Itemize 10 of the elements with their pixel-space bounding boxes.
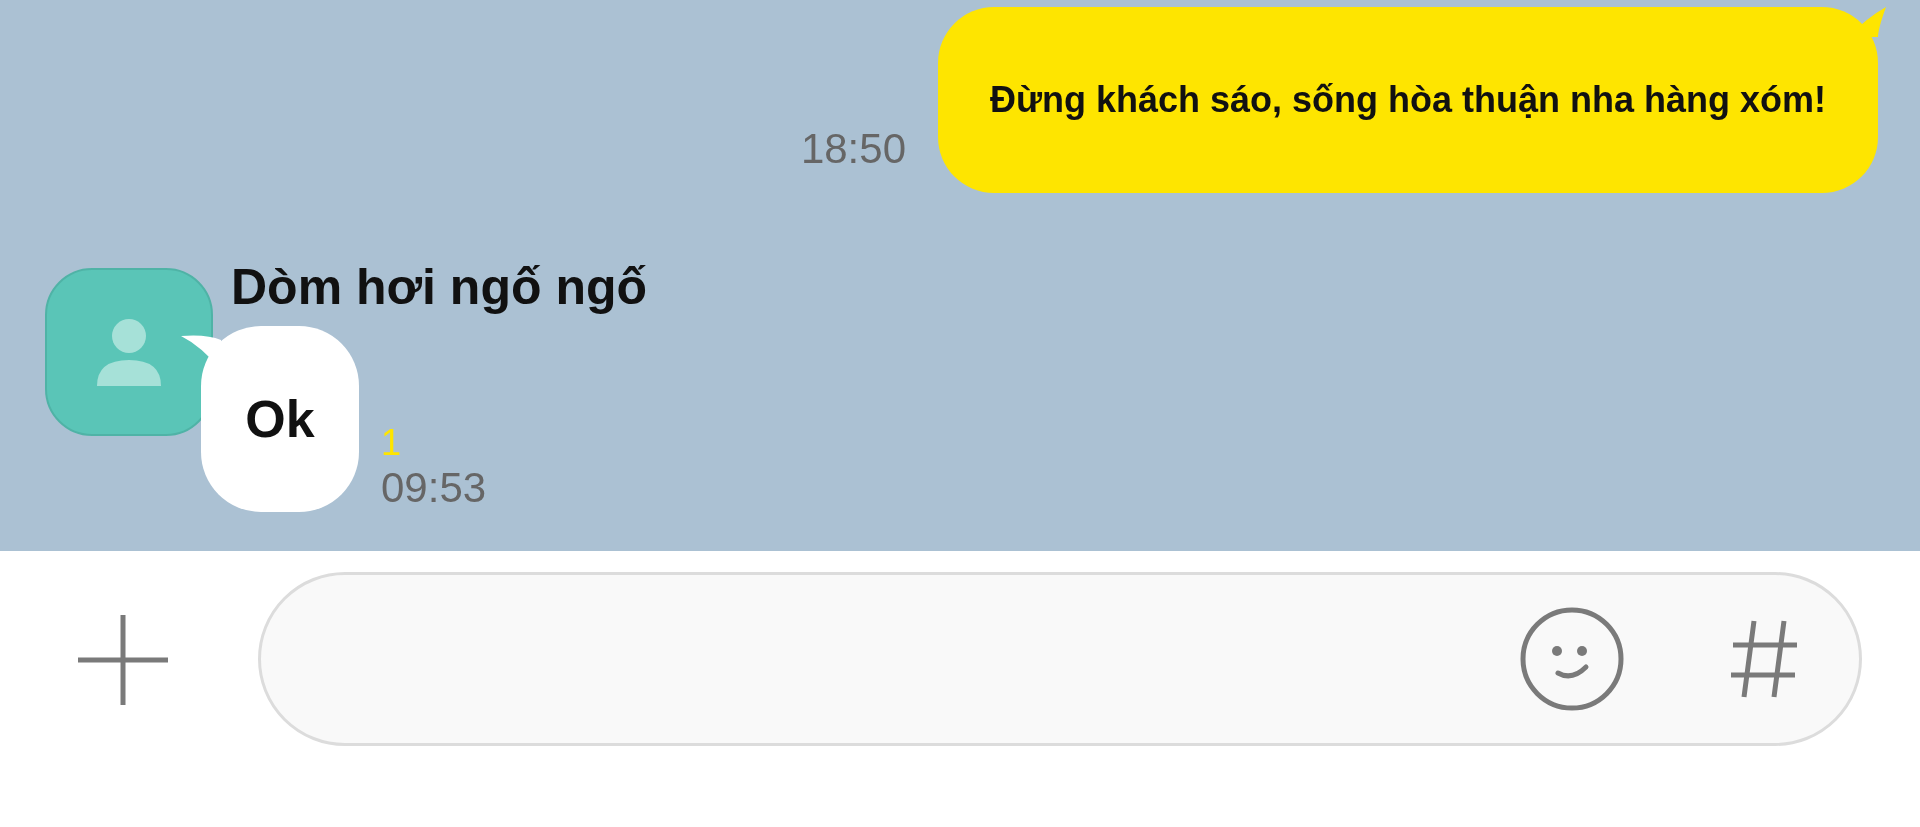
message-time: 09:53 xyxy=(381,464,487,512)
sender-name: Dòm hơi ngố ngố xyxy=(231,258,647,316)
unread-count: 1 xyxy=(381,422,403,464)
message-time: 18:50 xyxy=(800,125,906,173)
hashtag-icon[interactable] xyxy=(1729,619,1799,699)
avatar-icon xyxy=(45,268,213,436)
message-text: Ok xyxy=(245,389,315,449)
emoticon-icon[interactable] xyxy=(1520,607,1624,711)
message-text: Đừng khách sáo, sống hòa thuận nha hàng xóm! xyxy=(989,79,1827,121)
add-button[interactable] xyxy=(78,615,168,705)
